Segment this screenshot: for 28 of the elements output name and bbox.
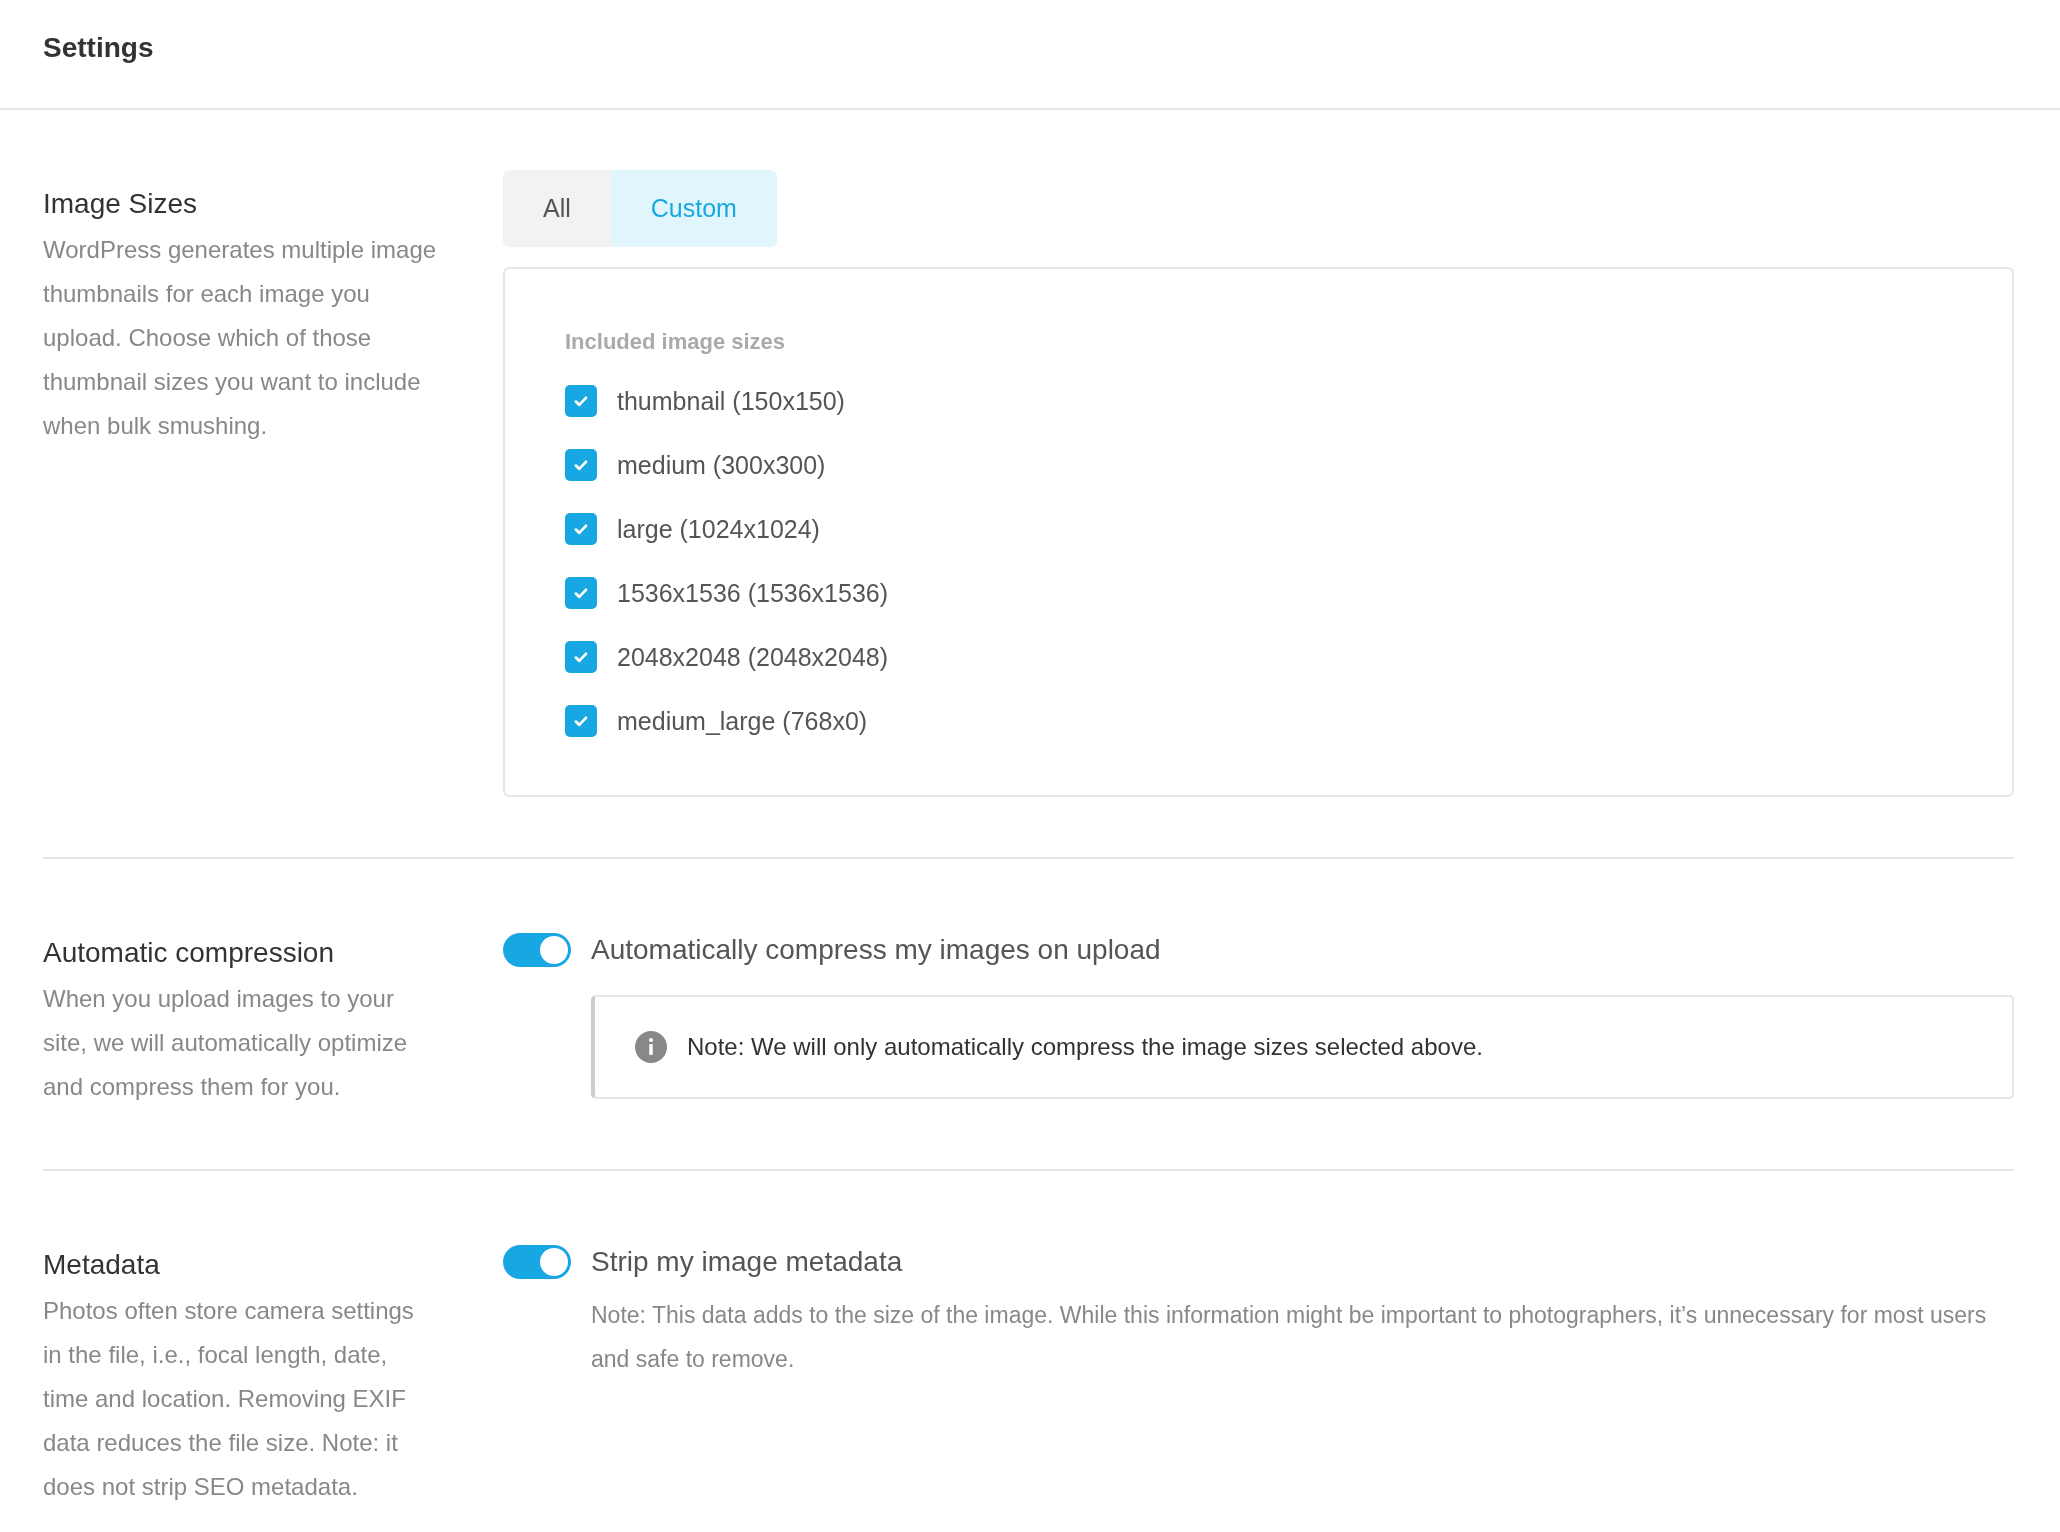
- toggle-description: Note: This data adds to the size of the image. While this information might be important to photographers, it’s unnecessary for most users and safe to remove.: [591, 1301, 1988, 1374]
- section-description: When you upload images to your site, we will automatically optimize and compress them for you.: [43, 984, 409, 1102]
- tab[interactable]: All: [503, 170, 611, 247]
- checkbox-label[interactable]: 2048x2048 (2048x2048): [617, 642, 889, 672]
- section-title: Metadata: [43, 1249, 161, 1281]
- toggle-switch[interactable]: [503, 1245, 571, 1279]
- checkbox-label[interactable]: large (1024x1024): [617, 514, 820, 544]
- notice-text: Note: We will only automatically compress the image sizes selected above.: [687, 1033, 1483, 1061]
- checkbox[interactable]: [565, 513, 597, 545]
- checkbox[interactable]: [565, 705, 597, 737]
- page-title: Settings: [43, 32, 154, 64]
- section-title: Image Sizes: [43, 188, 199, 220]
- checkbox-label[interactable]: 1536x1536 (1536x1536): [617, 578, 889, 608]
- checkbox-label[interactable]: medium (300x300): [617, 450, 826, 480]
- info-icon: [635, 1031, 667, 1063]
- toggle-switch[interactable]: [503, 933, 571, 967]
- toggle-label[interactable]: Automatically compress my images on upload: [591, 934, 1161, 966]
- section-description: WordPress generates multiple image thumbnails for each image you upload. Choose which of those thumbnail sizes you want to include when bulk smushing.: [43, 235, 438, 441]
- section-description: Photos often store camera settings in the file, i.e., focal length, date, time and location. Removing EXIF data reduces the file size. Note: it does not strip SEO metadata.: [43, 1296, 415, 1502]
- checkbox[interactable]: [565, 449, 597, 481]
- section-title: Automatic compression: [43, 937, 335, 969]
- toggle-label[interactable]: Strip my image metadata: [591, 1246, 903, 1278]
- checkbox-label[interactable]: thumbnail (150x150): [617, 386, 845, 416]
- checkbox[interactable]: [565, 385, 597, 417]
- panel-label: Included image sizes: [565, 329, 787, 355]
- checkbox-label[interactable]: medium_large (768x0): [617, 706, 868, 736]
- checkbox[interactable]: [565, 577, 597, 609]
- checkbox[interactable]: [565, 641, 597, 673]
